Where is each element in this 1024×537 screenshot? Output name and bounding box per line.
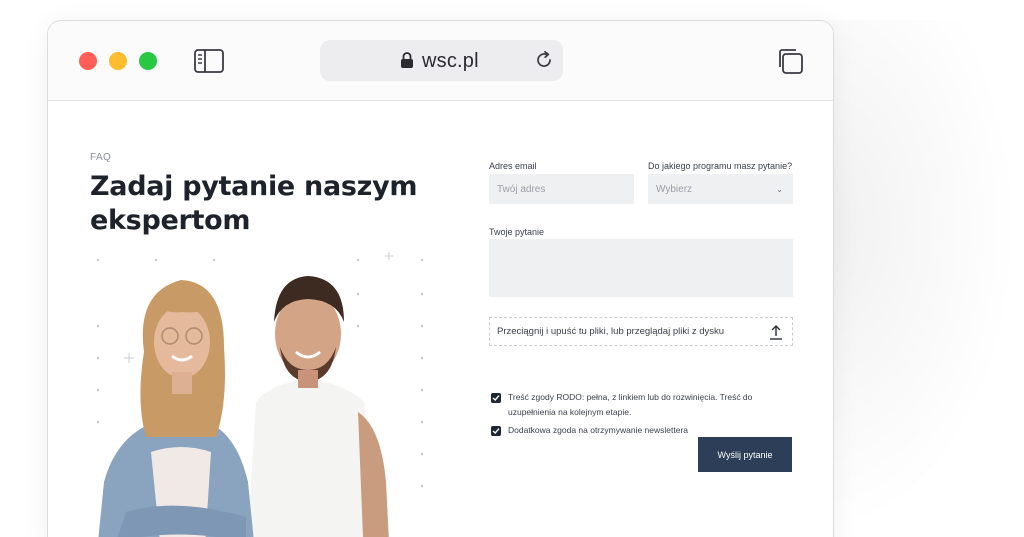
question-label: Twoje pytanie: [489, 227, 545, 237]
dropzone-text: Przeciągnij i upuść tu pliki, lub przegl…: [497, 326, 725, 337]
rodo-consent-checkbox[interactable]: [491, 393, 501, 403]
maximize-window-button[interactable]: [139, 52, 157, 70]
browser-window: wsc.pl FAQ Zadaj pytanie naszym eksperto…: [47, 20, 834, 537]
stage: wsc.pl FAQ Zadaj pytanie naszym eksperto…: [0, 0, 1024, 537]
address-bar[interactable]: wsc.pl: [320, 40, 563, 81]
eyebrow-label: FAQ: [90, 152, 112, 163]
question-textarea[interactable]: [489, 239, 793, 297]
program-select-value: Wybierz: [656, 183, 693, 195]
email-input[interactable]: Twój adres: [489, 174, 634, 204]
checkmark-icon: [492, 428, 500, 435]
tabs-icon[interactable]: [776, 47, 804, 75]
background-glow: [820, 20, 1020, 537]
chevron-down-icon: ⌄: [776, 185, 783, 194]
checkmark-icon: [492, 395, 500, 402]
close-window-button[interactable]: [79, 52, 97, 70]
browser-toolbar: wsc.pl: [48, 21, 833, 101]
reload-icon[interactable]: [534, 50, 554, 70]
program-label: Do jakiego programu masz pytanie?: [648, 161, 793, 171]
minimize-window-button[interactable]: [109, 52, 127, 70]
newsletter-consent-text: Dodatkowa zgoda na otrzymywanie newslett…: [508, 425, 689, 435]
experts-photo: [98, 276, 389, 537]
file-dropzone[interactable]: Przeciągnij i upuść tu pliki, lub przegl…: [489, 317, 793, 346]
page-content: FAQ Zadaj pytanie naszym ekspertom Adres…: [48, 102, 833, 537]
rodo-consent-text: Treść zgody RODO: pełna, z linkiem lub d…: [508, 392, 753, 417]
upload-icon: [770, 325, 782, 340]
sidebar-icon[interactable]: [194, 49, 224, 73]
lock-icon: [401, 52, 413, 68]
program-select[interactable]: Wybierz ⌄: [648, 174, 793, 204]
submit-question-button[interactable]: Wyślij pytanie: [698, 437, 792, 472]
url-text: wsc.pl: [422, 50, 479, 72]
email-label: Adres email: [489, 161, 537, 171]
newsletter-consent-checkbox[interactable]: [491, 426, 501, 436]
page-title: Zadaj pytanie naszym ekspertom: [90, 171, 418, 236]
